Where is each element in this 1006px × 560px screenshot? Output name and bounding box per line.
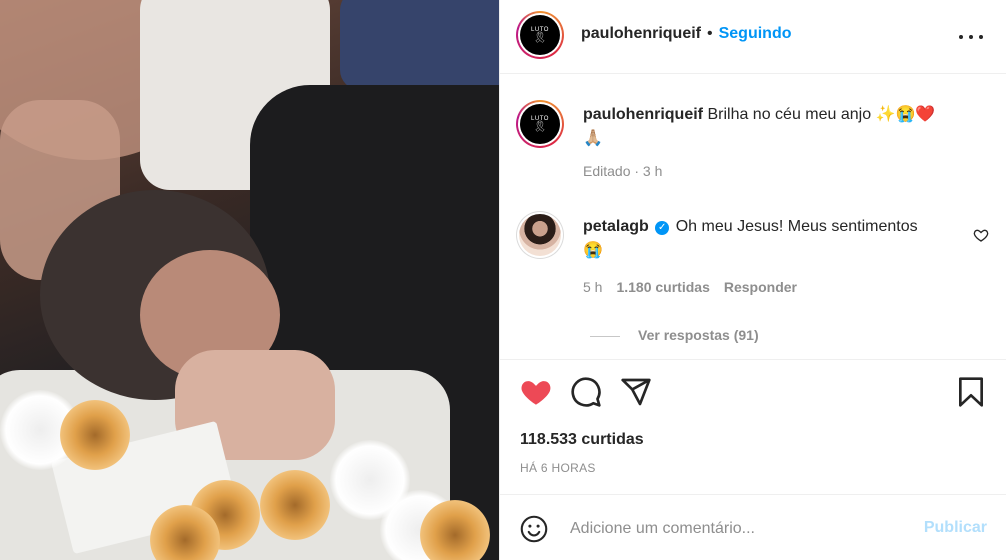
commenter-username[interactable]: petalagb [583,218,649,235]
share-icon[interactable] [620,376,652,408]
likes-count[interactable]: 118.533 curtidas [520,431,644,449]
more-options-icon[interactable] [959,25,983,49]
following-button[interactable]: Seguindo [719,25,792,43]
photo-orange-flower [60,400,130,470]
comment-text-line2: 😭 [583,242,603,259]
photo-person-dress [340,0,499,90]
emoji-icon[interactable] [520,515,548,543]
comment-time[interactable]: 5 h [583,279,602,295]
post-header: LUTO 🎗 paulohenriqueif • Seguindo [500,0,1006,74]
view-replies-button[interactable]: Ver respostas (91) [638,327,759,343]
bookmark-icon[interactable] [955,376,987,408]
caption-author-avatar[interactable]: LUTO 🎗 [516,100,564,148]
photo-orange-flower [260,470,330,540]
comment-like-heart-icon[interactable] [973,227,989,243]
comment: petalagb ✓ Oh meu Jesus! Meus sentimento… [583,215,973,295]
ribbon-icon: 🎗 [532,120,548,133]
comment-likes[interactable]: 1.180 curtidas [616,279,709,295]
comment-text: Oh meu Jesus! Meus sentimentos [675,218,918,235]
commenter-avatar[interactable] [516,211,564,259]
view-replies-line [590,336,620,337]
heart-filled-icon[interactable] [520,376,552,408]
caption: paulohenriqueif Brilha no céu meu anjo ✨… [583,103,983,179]
post-actions: 118.533 curtidas HÁ 6 HORAS [500,359,1006,495]
reply-button[interactable]: Responder [724,279,797,295]
separator-dot: • [707,25,713,42]
ribbon-icon: 🎗 [532,31,548,44]
caption-text: Brilha no céu meu anjo ✨😭❤️ [707,106,936,123]
author-username[interactable]: paulohenriqueif [581,25,701,43]
publish-button[interactable]: Publicar [924,519,987,537]
caption-text-line2: 🙏🏼 [583,130,603,147]
comments-section: LUTO 🎗 paulohenriqueif Brilha no céu meu… [500,75,1006,359]
author-avatar[interactable]: LUTO 🎗 [516,11,564,59]
post-side-panel: LUTO 🎗 paulohenriqueif • Seguindo LUTO 🎗 [499,0,1006,560]
verified-badge-icon: ✓ [655,221,670,235]
comment-input[interactable] [570,516,900,542]
caption-meta: Editado · 3 h [583,163,663,179]
comment-composer: Publicar [500,496,1006,560]
comment-icon[interactable] [570,376,602,408]
post-timestamp[interactable]: HÁ 6 HORAS [520,461,596,475]
caption-author-username[interactable]: paulohenriqueif [583,106,703,123]
post-photo[interactable] [0,0,499,560]
